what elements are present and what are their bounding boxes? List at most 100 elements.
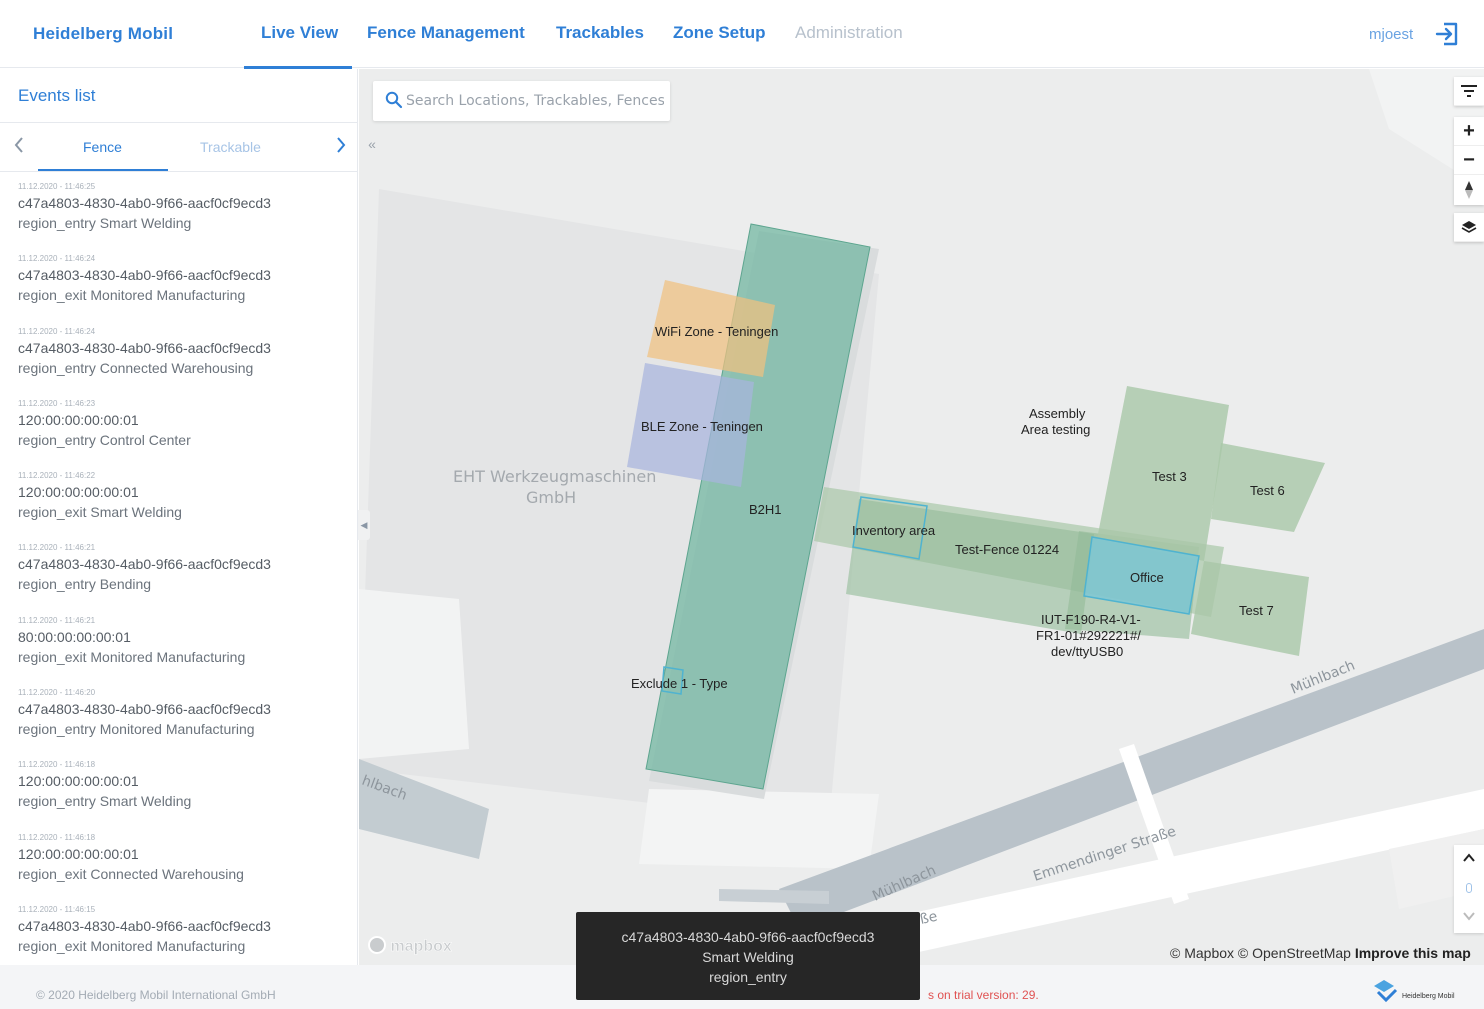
event-description: region_exit Connected Warehousing bbox=[18, 865, 244, 882]
event-device-id: 120:00:00:00:00:01 bbox=[18, 484, 139, 501]
sidebar-toggle-handle[interactable]: ◀ bbox=[358, 510, 370, 540]
event-device-id: 80:00:00:00:00:01 bbox=[18, 628, 131, 645]
copyright-text: © 2020 Heidelberg Mobil International Gm… bbox=[36, 988, 276, 1002]
event-device-id: 120:00:00:00:00:01 bbox=[18, 411, 139, 428]
attribution-improve-link[interactable]: Improve this map bbox=[1355, 945, 1471, 961]
zoom-out-icon[interactable]: − bbox=[1454, 146, 1484, 175]
chevron-up-icon[interactable] bbox=[1462, 851, 1476, 869]
event-device-id: c47a4803-4830-4ab0-9f66-aacf0cf9ecd3 bbox=[18, 195, 271, 211]
zoom-in-icon[interactable]: + bbox=[1454, 117, 1484, 146]
event-description: region_entry Control Center bbox=[18, 431, 191, 448]
event-item[interactable]: 11.12.2020 - 11:46:21 c47a4803-4830-4ab0-… bbox=[0, 543, 357, 615]
user-name[interactable]: mjoest bbox=[1369, 26, 1413, 43]
nav-zone-setup[interactable]: Zone Setup bbox=[673, 23, 766, 43]
event-timestamp: 11.12.2020 - 11:46:24 bbox=[18, 254, 96, 264]
double-chevron-left-icon[interactable]: « bbox=[361, 133, 383, 155]
brand-logo[interactable]: Heidelberg Mobil bbox=[33, 24, 173, 44]
event-item[interactable]: 11.12.2020 - 11:46:24 c47a4803-4830-4ab0-… bbox=[0, 326, 357, 399]
event-device-id: c47a4803-4830-4ab0-9f66-aacf0cf9ecd3 bbox=[18, 556, 271, 573]
trial-notice: s on trial version: 29. bbox=[928, 988, 1039, 1002]
event-description: region_entry Connected Warehousing bbox=[18, 359, 254, 376]
event-timestamp: 11.12.2020 - 11:46:25 bbox=[18, 182, 96, 191]
event-timestamp: 11.12.2020 - 11:46:24 bbox=[18, 326, 96, 336]
label-iut-line1: IUT-F190-R4-V1- bbox=[1041, 612, 1141, 627]
event-device-id: c47a4803-4830-4ab0-9f66-aacf0cf9ecd3 bbox=[18, 267, 271, 284]
divider bbox=[0, 171, 357, 172]
event-timestamp: 11.12.2020 - 11:46:22 bbox=[18, 471, 96, 481]
chevron-left-icon[interactable] bbox=[12, 135, 28, 155]
event-item[interactable]: 11.12.2020 - 11:46:22 120:00:00:00:00:01 r… bbox=[0, 471, 357, 543]
event-item[interactable]: 11.12.2020 - 11:46:24 c47a4803-4830-4ab0-… bbox=[0, 254, 357, 326]
app-window: Heidelberg Mobil Live View Fence Managem… bbox=[0, 0, 1484, 1009]
event-timestamp: 11.12.2020 - 11:46:21 bbox=[18, 543, 96, 553]
toast-device-id: c47a4803-4830-4ab0-9f66-aacf0cf9ecd3 bbox=[621, 929, 875, 945]
event-description: region_entry Smart Welding bbox=[18, 793, 192, 810]
event-item[interactable]: 11.12.2020 - 11:46:20 c47a4803-4830-4ab0-… bbox=[0, 688, 357, 760]
compass-icon[interactable] bbox=[1454, 175, 1484, 204]
label-test-fence: Test-Fence 01224 bbox=[955, 542, 1059, 557]
label-building-line2: GmbH bbox=[526, 488, 576, 507]
label-b2h1: B2H1 bbox=[749, 502, 782, 517]
event-item[interactable]: 11.12.2020 - 11:46:23 120:00:00:00:00:01 r… bbox=[0, 398, 357, 471]
event-device-id: c47a4803-4830-4ab0-9f66-aacf0cf9ecd3 bbox=[18, 701, 271, 718]
label-wifi-zone: WiFi Zone - Teningen bbox=[655, 324, 778, 339]
event-description: region_exit Monitored Manufacturing bbox=[18, 648, 246, 665]
road-segment bbox=[719, 889, 829, 904]
layers-icon[interactable] bbox=[1454, 213, 1484, 242]
event-description: region_entry Monitored Manufacturing bbox=[18, 721, 255, 738]
mapbox-logo[interactable]: mapbox bbox=[368, 936, 452, 956]
event-timestamp: 11.12.2020 - 11:46:18 bbox=[18, 760, 96, 770]
mapbox-logo-text: mapbox bbox=[390, 938, 452, 956]
label-exclude: Exclude 1 - Type bbox=[631, 676, 728, 691]
nav-live-view[interactable]: Live View bbox=[261, 23, 338, 43]
event-timestamp: 11.12.2020 - 11:46:18 bbox=[18, 832, 96, 842]
logout-icon[interactable] bbox=[1434, 21, 1460, 47]
event-item[interactable]: 11.12.2020 - 11:46:18 120:00:00:00:00:01 r… bbox=[0, 760, 357, 832]
nav-trackables[interactable]: Trackables bbox=[556, 23, 644, 43]
map-block bbox=[359, 589, 469, 759]
event-item[interactable]: 11.12.2020 - 11:46:18 120:00:00:00:00:01 r… bbox=[0, 832, 357, 905]
event-device-id: c47a4803-4830-4ab0-9f66-aacf0cf9ecd3 bbox=[18, 339, 271, 356]
label-iut-line2: FR1-01#292221#/ bbox=[1036, 628, 1141, 643]
map-block bbox=[639, 789, 879, 869]
chevron-down-icon[interactable] bbox=[1462, 909, 1476, 927]
map-canvas[interactable]: WiFi Zone - Teningen BLE Zone - Teningen… bbox=[359, 69, 1484, 965]
toast-event-type: region_entry bbox=[709, 969, 787, 985]
chevron-right-icon[interactable] bbox=[334, 135, 350, 155]
event-description: region_entry Smart Welding bbox=[18, 215, 192, 231]
event-item[interactable]: 11.12.2020 - 11:46:21 80:00:00:00:00:01 re… bbox=[0, 615, 357, 688]
footer-logo: Heidelberg Mobil bbox=[1372, 978, 1464, 1006]
label-assembly-line1: Assembly bbox=[1029, 406, 1086, 421]
label-ble-zone: BLE Zone - Teningen bbox=[641, 419, 763, 434]
label-inventory-area: Inventory area bbox=[852, 523, 936, 538]
event-timestamp: 11.12.2020 - 11:46:21 bbox=[18, 615, 96, 625]
tab-trackable[interactable]: Trackable bbox=[200, 139, 261, 155]
event-device-id: c47a4803-4830-4ab0-9f66-aacf0cf9ecd3 bbox=[18, 917, 271, 934]
map-search bbox=[373, 81, 670, 121]
map-drawing: WiFi Zone - Teningen BLE Zone - Teningen… bbox=[359, 69, 1484, 965]
event-item[interactable]: 11.12.2020 - 11:46:25 c47a4803-4830-4ab0-… bbox=[0, 182, 357, 254]
label-test3: Test 3 bbox=[1152, 469, 1187, 484]
event-description: region_exit Smart Welding bbox=[18, 504, 182, 521]
search-input[interactable] bbox=[406, 90, 664, 112]
nav-fence-management[interactable]: Fence Management bbox=[367, 23, 525, 43]
event-timestamp: 11.12.2020 - 11:46:23 bbox=[18, 398, 96, 408]
label-office: Office bbox=[1130, 570, 1164, 585]
event-timestamp: 11.12.2020 - 11:46:20 bbox=[18, 688, 96, 698]
nav-administration[interactable]: Administration bbox=[795, 23, 903, 43]
event-description: region_exit Monitored Manufacturing bbox=[18, 937, 246, 954]
attribution-mapbox-link[interactable]: © Mapbox bbox=[1170, 945, 1234, 961]
label-test6: Test 6 bbox=[1250, 483, 1285, 498]
map-attribution: © Mapbox © OpenStreetMap Improve this ma… bbox=[1170, 945, 1471, 961]
tab-fence[interactable]: Fence bbox=[83, 139, 122, 155]
event-timestamp: 11.12.2020 - 11:46:15 bbox=[18, 904, 96, 914]
layers-control bbox=[1454, 213, 1484, 242]
attribution-osm-link[interactable]: © OpenStreetMap bbox=[1238, 945, 1351, 961]
filter-icon[interactable] bbox=[1454, 77, 1484, 106]
event-device-id: 120:00:00:00:00:01 bbox=[18, 845, 139, 862]
label-test7: Test 7 bbox=[1239, 603, 1274, 618]
event-toast[interactable]: c47a4803-4830-4ab0-9f66-aacf0cf9ecd3 Sma… bbox=[576, 912, 920, 1000]
label-iut-line3: dev/ttyUSB0 bbox=[1051, 644, 1123, 659]
event-item[interactable]: 11.12.2020 - 11:46:15 c47a4803-4830-4ab0-… bbox=[0, 904, 357, 965]
event-description: region_exit Monitored Manufacturing bbox=[18, 287, 246, 304]
